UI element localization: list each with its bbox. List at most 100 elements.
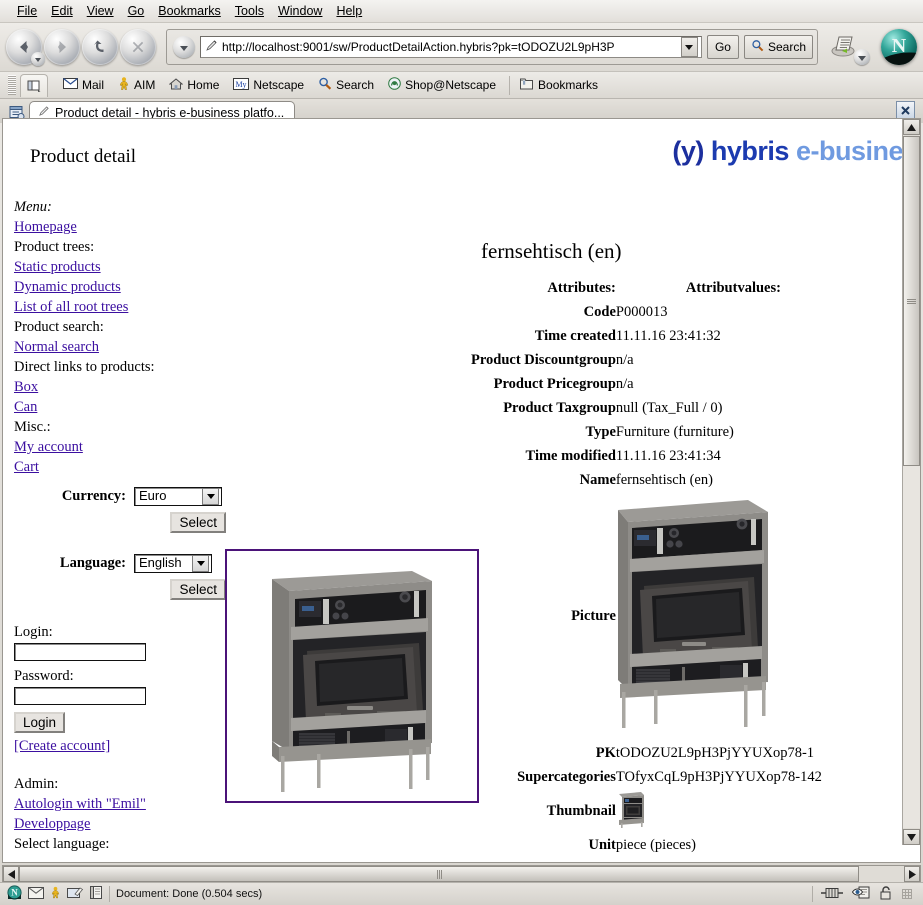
sidebar-link-normal-search[interactable]: Normal search — [14, 337, 229, 357]
menu-go-label: Go — [127, 4, 145, 18]
chevron-down-icon[interactable] — [192, 554, 209, 572]
page-vertical-scrollbar[interactable] — [902, 119, 920, 845]
sidebar-link-root-trees[interactable]: List of all root trees — [14, 297, 229, 317]
product-image-tv-stand — [227, 551, 477, 801]
personal-item-bookmarks[interactable]: Bookmarks — [509, 75, 605, 95]
sidebar-toggle-button[interactable] — [20, 73, 48, 97]
security-lock-icon[interactable] — [879, 885, 893, 903]
personal-item-shop[interactable]: Shop@Netscape — [381, 75, 503, 95]
go-button[interactable]: Go — [706, 35, 739, 59]
personal-item-home-label: Home — [187, 78, 220, 92]
sidebar-link-dynamic-products[interactable]: Dynamic products — [14, 277, 229, 297]
currency-row: Currency: Euro — [14, 486, 229, 506]
menu-help-label: Help — [336, 4, 363, 18]
vertical-scroll-thumb[interactable] — [903, 136, 920, 466]
back-history-dropdown[interactable] — [31, 52, 45, 66]
reload-button[interactable] — [82, 29, 118, 65]
stop-button[interactable] — [120, 29, 156, 65]
product-attributes-table: Attributes: Attributvalues: Code P000013… — [471, 276, 822, 857]
sidebar-link-can[interactable]: Can — [14, 397, 229, 417]
netscape-logo-icon[interactable]: N — [881, 29, 917, 65]
aim-person-icon[interactable] — [50, 886, 61, 902]
print-group: N — [830, 29, 917, 65]
scroll-right-button[interactable] — [904, 866, 920, 882]
personal-item-home[interactable]: Home — [162, 76, 226, 95]
privacy-eye-icon[interactable] — [851, 886, 870, 902]
search-button[interactable]: Search — [743, 35, 813, 59]
scroll-down-button[interactable] — [903, 829, 920, 845]
print-dropdown[interactable] — [854, 49, 870, 65]
menu-window[interactable]: Window — [271, 2, 329, 20]
developpage-link[interactable]: Developpage — [14, 814, 229, 834]
scroll-up-button[interactable] — [903, 119, 920, 135]
password-input[interactable] — [14, 686, 146, 705]
currency-select[interactable]: Euro — [134, 486, 222, 506]
table-row: Product Pricegroup n/a — [471, 372, 822, 396]
attr-value-time-modified: 11.11.16 23:41:34 — [615, 447, 721, 464]
status-component-bar: N — [0, 885, 109, 903]
menu-view[interactable]: View — [80, 2, 121, 20]
toolbar-grip[interactable] — [8, 75, 16, 95]
attr-key-unit: Unit — [588, 836, 616, 853]
attr-value-thumbnail — [615, 789, 822, 833]
autologin-link[interactable]: Autologin with "Emil" — [14, 794, 229, 814]
sidebar-link-static-products[interactable]: Static products — [14, 257, 229, 277]
admin-heading: Admin: — [14, 776, 59, 792]
language-select-button[interactable]: Select — [170, 579, 226, 600]
scroll-left-button[interactable] — [3, 866, 19, 882]
language-selected-value: English — [139, 555, 182, 570]
sidebar-link-homepage[interactable]: Homepage — [14, 217, 229, 237]
address-dropdown-arrow[interactable] — [680, 37, 698, 57]
back-button[interactable] — [6, 29, 45, 66]
menu-bookmarks[interactable]: Bookmarks — [151, 2, 228, 20]
language-select[interactable]: English — [134, 553, 212, 573]
address-field[interactable]: http://localhost:9001/sw/ProductDetailAc… — [200, 36, 702, 58]
sidebar-link-my-account[interactable]: My account — [14, 437, 229, 457]
menu-file[interactable]: File — [10, 2, 44, 20]
personal-item-search[interactable]: Search — [311, 75, 381, 95]
attr-key-time-modified: Time modified — [525, 447, 616, 464]
personal-item-mail[interactable]: Mail — [56, 76, 111, 94]
admin-block: Admin: Autologin with "Emil" Developpage… — [14, 774, 229, 854]
attr-key-thumbnail: Thumbnail — [546, 802, 616, 819]
horizontal-scroll-thumb[interactable] — [19, 866, 859, 882]
browser-window: File Edit View Go Bookmarks Tools Window… — [0, 0, 923, 905]
table-row: Product Discountgroup n/a — [471, 348, 822, 372]
status-indicators — [812, 885, 923, 903]
table-row: Supercategories TOfyxCqL9pH3PjYYUXop78-1… — [471, 765, 822, 789]
personal-item-mail-label: Mail — [82, 78, 105, 92]
status-bar: N Document: Done (0.504 secs) — [0, 882, 923, 905]
chevron-down-icon[interactable] — [202, 487, 219, 505]
menu-go[interactable]: Go — [121, 2, 152, 20]
composer-icon[interactable] — [67, 886, 84, 902]
forward-button[interactable] — [44, 29, 80, 65]
personal-item-netscape[interactable]: My Netscape — [226, 76, 311, 95]
sidebar-heading-product-trees: Product trees: — [14, 239, 95, 255]
url-history-dropdown[interactable] — [173, 36, 195, 58]
netscape-navigator-icon[interactable]: N — [7, 885, 22, 903]
network-connection-icon[interactable] — [821, 887, 843, 902]
personal-item-search-label: Search — [336, 78, 375, 92]
create-account-link[interactable]: [Create account] — [14, 736, 229, 756]
mail-icon[interactable] — [28, 886, 44, 902]
sidebar-link-cart[interactable]: Cart — [14, 457, 229, 477]
table-row: Name fernsehtisch (en) — [471, 468, 822, 492]
menu-edit[interactable]: Edit — [44, 2, 80, 20]
attr-value-picture — [615, 492, 822, 741]
table-row: Time modified 11.11.16 23:41:34 — [471, 444, 822, 468]
address-book-icon[interactable] — [90, 886, 102, 902]
resize-grip[interactable] — [902, 889, 912, 899]
login-label: Login: — [14, 624, 53, 640]
attr-value-name: fernsehtisch (en) — [615, 471, 713, 488]
page-horizontal-scrollbar[interactable] — [2, 865, 921, 883]
menu-help[interactable]: Help — [329, 2, 369, 20]
currency-select-button[interactable]: Select — [170, 512, 226, 533]
login-input[interactable] — [14, 643, 146, 661]
sidebar-link-box[interactable]: Box — [14, 377, 229, 397]
personal-item-aim[interactable]: AIM — [111, 75, 162, 95]
login-button[interactable]: Login — [14, 712, 66, 733]
menu-tools[interactable]: Tools — [228, 2, 271, 20]
product-heading: fernsehtisch (en) — [481, 239, 622, 263]
menu-window-label: Window — [277, 4, 323, 18]
product-detail-panel: fernsehtisch (en) Attributes: Attributva… — [471, 239, 901, 857]
